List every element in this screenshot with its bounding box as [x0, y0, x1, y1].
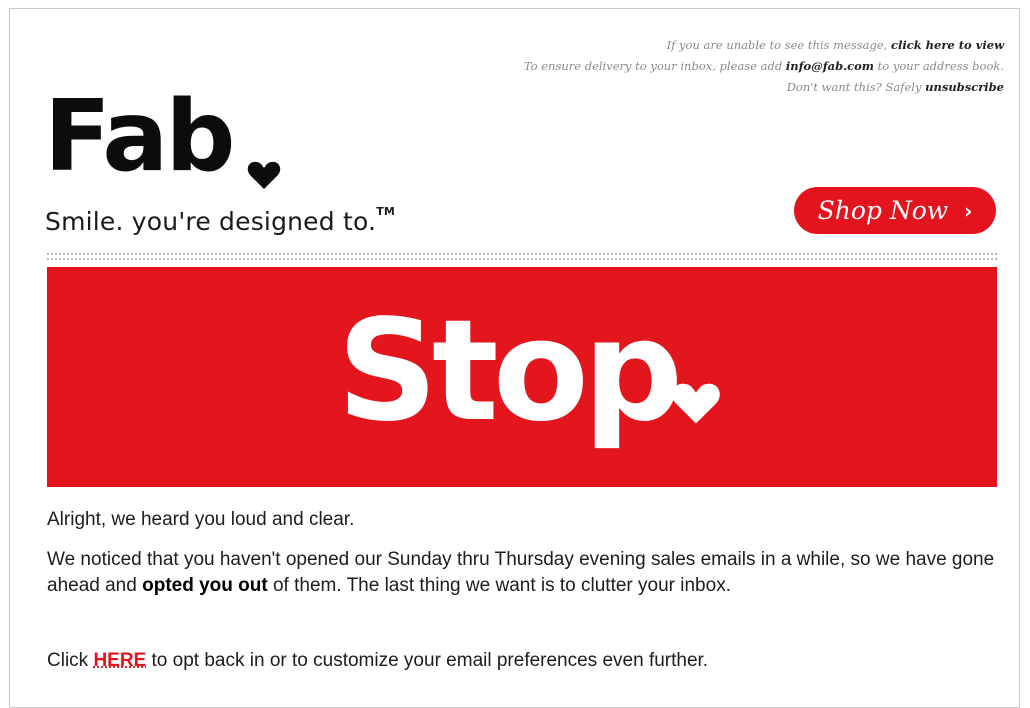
unsubscribe-line: Don't want this? Safely unsubscribe — [786, 80, 1004, 94]
opt-out-paragraph: We noticed that you haven't opened our S… — [47, 549, 995, 596]
shop-now-button[interactable]: Shop Now › — [794, 187, 996, 234]
shop-now-label: Shop Now — [817, 196, 949, 225]
sender-email: info@fab.com — [785, 59, 874, 73]
unsubscribe-link[interactable]: unsubscribe — [925, 80, 1004, 94]
address-book-line: To ensure delivery to your inbox, please… — [523, 59, 1004, 73]
heart-icon — [672, 383, 720, 424]
opted-out-emphasis: opted you out — [142, 575, 268, 596]
here-link[interactable]: HERE — [93, 650, 146, 671]
dotted-divider — [47, 253, 997, 260]
banner-headline: Stop — [337, 290, 683, 453]
click-here-to-view-link[interactable]: click here to view — [891, 38, 1004, 52]
view-online-line: If you are unable to see this message, c… — [666, 38, 1004, 52]
header-notes: If you are unable to see this message, c… — [304, 35, 1004, 98]
stop-banner: Stop — [47, 267, 997, 487]
intro-paragraph: Alright, we heard you loud and clear. — [47, 509, 355, 530]
chevron-right-icon: › — [964, 198, 973, 223]
tagline: Smile. you're designed to.TM — [45, 204, 396, 236]
fab-logo[interactable]: Fab — [44, 82, 235, 192]
opt-in-paragraph: Click HERE to opt back in or to customiz… — [47, 650, 709, 671]
trademark-mark: TM — [376, 204, 396, 218]
heart-icon — [247, 161, 281, 189]
